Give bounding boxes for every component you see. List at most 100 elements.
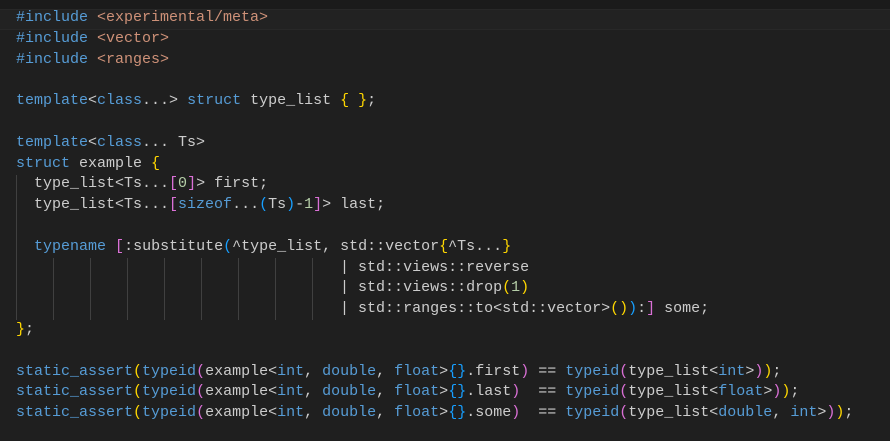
code-lines[interactable]: #include <experimental/meta> #include <ve…	[16, 8, 890, 424]
code-token: typeid	[142, 383, 197, 401]
code-token: type_list	[241, 92, 341, 110]
code-line[interactable]: static_assert(typeid(example<int, double…	[16, 382, 890, 403]
code-token: )	[511, 404, 521, 422]
code-line[interactable]: | std::views::reverse	[16, 258, 890, 279]
code-token: type_list<	[628, 362, 719, 380]
code-token: )	[763, 362, 773, 380]
code-token: double	[718, 404, 773, 422]
code-token: template	[16, 92, 89, 110]
code-token: typeid	[142, 362, 197, 380]
code-token: template	[16, 133, 89, 151]
code-token: type_list<	[628, 404, 719, 422]
code-token: >	[817, 404, 827, 422]
code-token: ]	[646, 300, 656, 318]
code-token: [	[115, 237, 125, 255]
code-token: {	[439, 237, 449, 255]
code-token: >	[439, 383, 449, 401]
code-line[interactable]: typename [:substitute(^type_list, std::v…	[16, 237, 890, 258]
code-token: example	[70, 154, 152, 172]
code-token: {}	[448, 362, 467, 380]
code-token: sizeof	[178, 196, 233, 214]
code-token: typeid	[565, 362, 620, 380]
code-token: ,	[376, 383, 395, 401]
code-token: {}	[448, 404, 467, 422]
code-token: [	[169, 175, 179, 193]
code-token: ==	[529, 362, 566, 380]
code-token: ;	[367, 92, 377, 110]
code-line[interactable]: #include <vector>	[16, 29, 890, 50]
code-token: static_assert	[16, 404, 134, 422]
code-token: )	[772, 383, 782, 401]
code-token: ,	[304, 383, 323, 401]
code-line[interactable]: #include <ranges>	[16, 50, 890, 71]
code-line[interactable]: static_assert(typeid(example<int, double…	[16, 362, 890, 383]
code-line[interactable]: ​	[16, 70, 890, 91]
code-token: ,	[376, 404, 395, 422]
code-token: )	[781, 383, 791, 401]
code-line[interactable]: ​	[16, 216, 890, 237]
code-line[interactable]: template<class...> struct type_list { };	[16, 91, 890, 112]
code-token: (	[196, 383, 206, 401]
code-token: float	[718, 383, 764, 401]
code-line[interactable]: ​	[16, 341, 890, 362]
code-line[interactable]: ​	[16, 112, 890, 133]
code-token: :	[637, 300, 647, 318]
code-line[interactable]: type_list<Ts...[sizeof...(Ts)-1]> last;	[16, 195, 890, 216]
code-token: 1	[304, 196, 314, 214]
code-token: typename	[34, 237, 107, 255]
code-token: (	[259, 196, 269, 214]
code-token: (	[196, 362, 206, 380]
code-token: int	[790, 404, 818, 422]
code-token: float	[394, 362, 440, 380]
code-token: (	[619, 404, 629, 422]
code-token: float	[394, 383, 440, 401]
code-token: type_list<Ts...	[16, 175, 170, 193]
code-token: double	[322, 404, 377, 422]
code-line[interactable]: template<class... Ts>	[16, 133, 890, 154]
code-token: static_assert	[16, 383, 134, 401]
code-token: example<	[205, 362, 278, 380]
code-line[interactable]: struct example {	[16, 154, 890, 175]
code-token: (	[133, 362, 143, 380]
code-line[interactable]: type_list<Ts...[0]> first;	[16, 174, 890, 195]
code-token: (	[502, 279, 512, 297]
code-token: > last;	[322, 196, 386, 214]
code-token: :substitute	[124, 237, 224, 255]
code-token: (	[619, 383, 629, 401]
code-token: {	[151, 154, 161, 172]
code-token: [	[169, 196, 179, 214]
code-token: <	[88, 92, 98, 110]
code-token: {	[340, 92, 350, 110]
code-token: some;	[655, 300, 710, 318]
code-token: ...	[232, 196, 260, 214]
code-token: 1	[511, 279, 521, 297]
code-token: 0	[178, 175, 188, 193]
code-line[interactable]: | std::views::drop(1)	[16, 278, 890, 299]
code-token: >	[745, 362, 755, 380]
code-token: ^Ts...	[448, 237, 503, 255]
code-token: (	[223, 237, 233, 255]
code-editor[interactable]: #include <experimental/meta> #include <ve…	[0, 0, 890, 441]
code-token: ()	[610, 300, 629, 318]
code-token: #include	[16, 29, 98, 47]
code-line[interactable]: };	[16, 320, 890, 341]
code-line[interactable]: | std::ranges::to<std::vector>()):] some…	[16, 299, 890, 320]
code-token: ]	[313, 196, 323, 214]
code-token: }	[502, 237, 512, 255]
code-token: double	[322, 362, 377, 380]
code-token: Ts	[268, 196, 287, 214]
code-token: (	[619, 362, 629, 380]
code-token: }	[16, 320, 26, 338]
code-token: > first;	[196, 175, 269, 193]
code-token: float	[394, 404, 440, 422]
code-token: | std::views::drop	[16, 279, 503, 297]
code-token: int	[277, 404, 305, 422]
code-line[interactable]: #include <experimental/meta>	[16, 8, 890, 29]
code-token: .first	[466, 362, 521, 380]
code-token: ...>	[142, 92, 188, 110]
code-token: type_list<Ts...	[16, 196, 170, 214]
code-line[interactable]: static_assert(typeid(example<int, double…	[16, 403, 890, 424]
code-token: )	[754, 362, 764, 380]
